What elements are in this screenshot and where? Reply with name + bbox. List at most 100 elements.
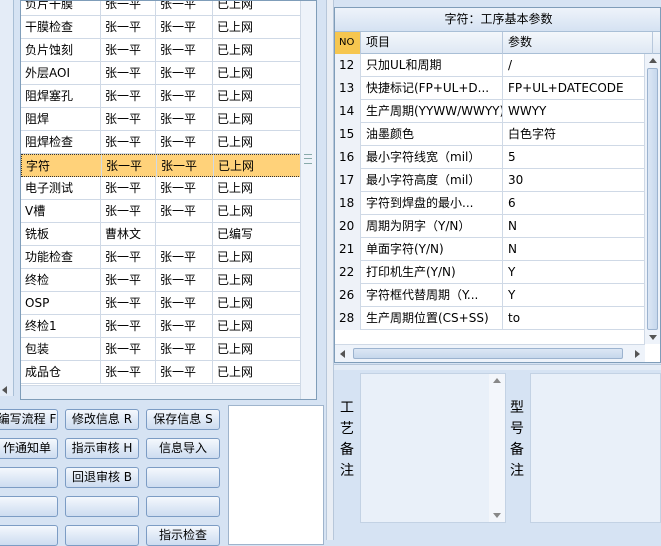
return-review-button[interactable]: 回退审核 B xyxy=(65,467,139,488)
status-cell[interactable]: 已上网 xyxy=(213,108,301,131)
param-item-cell[interactable]: 周期为阴字（Y/N） xyxy=(361,215,503,238)
process-name-cell[interactable]: 终检1 xyxy=(21,315,101,338)
maker-cell[interactable]: 张一平 xyxy=(101,16,156,39)
maker-cell[interactable]: 张一平 xyxy=(101,246,156,269)
process-name-cell[interactable]: 干膜检查 xyxy=(21,16,101,39)
process-name-cell[interactable]: 包装 xyxy=(21,338,101,361)
blank-button-5[interactable] xyxy=(146,496,220,517)
process-name-cell[interactable]: 字符 xyxy=(22,155,102,178)
param-value-cell[interactable]: WWYY xyxy=(503,100,645,123)
status-cell[interactable]: 已上网 xyxy=(213,269,301,292)
process-row[interactable]: 终检1 张一平 张一平 已上网 xyxy=(21,315,301,338)
param-value-cell[interactable]: FP+UL+DATECODE xyxy=(503,77,645,100)
process-row[interactable]: 负片干膜 张一平 张一平 已上网 xyxy=(21,1,301,16)
blank-button-1[interactable] xyxy=(0,467,58,488)
instruct-review-button[interactable]: 指示审核 H xyxy=(65,438,139,459)
blank-button-7[interactable] xyxy=(65,525,139,546)
process-row[interactable]: 干膜检查 张一平 张一平 已上网 xyxy=(21,16,301,39)
param-no-cell[interactable]: 16 xyxy=(335,146,361,169)
process-remark-textarea[interactable] xyxy=(360,373,506,523)
process-name-cell[interactable]: OSP xyxy=(21,292,101,315)
maker-cell[interactable]: 张一平 xyxy=(101,177,156,200)
checker-cell[interactable]: 张一平 xyxy=(156,1,213,16)
status-cell[interactable]: 已上网 xyxy=(214,155,302,178)
status-cell[interactable]: 已上网 xyxy=(213,338,301,361)
param-item-cell[interactable]: 字符到焊盘的最小... xyxy=(361,192,503,215)
maker-cell[interactable]: 张一平 xyxy=(101,361,156,384)
param-value-cell[interactable]: N xyxy=(503,215,645,238)
checker-cell[interactable] xyxy=(156,223,213,246)
instruct-check-button[interactable]: 指示检查 xyxy=(146,525,220,546)
checker-cell[interactable]: 张一平 xyxy=(157,155,214,178)
process-name-cell[interactable]: 电子测试 xyxy=(21,177,101,200)
process-row[interactable]: V槽 张一平 张一平 已上网 xyxy=(21,200,301,223)
model-remark-textarea[interactable] xyxy=(530,373,661,523)
param-value-cell[interactable]: Y xyxy=(503,261,645,284)
process-row[interactable]: 阻焊塞孔 张一平 张一平 已上网 xyxy=(21,85,301,108)
write-flow-button[interactable]: 编写流程 F xyxy=(0,409,58,430)
save-info-button[interactable]: 保存信息 S xyxy=(146,409,220,430)
maker-cell[interactable]: 曹林文 xyxy=(101,223,156,246)
checker-cell[interactable]: 张一平 xyxy=(156,177,213,200)
checker-cell[interactable]: 张一平 xyxy=(156,361,213,384)
process-row[interactable]: 终检 张一平 张一平 已上网 xyxy=(21,269,301,292)
param-item-cell[interactable]: 字符框代替周期（Y... xyxy=(361,284,503,307)
maker-cell[interactable]: 张一平 xyxy=(101,315,156,338)
remarks-splitter[interactable] xyxy=(334,364,661,370)
param-value-cell[interactable]: 6 xyxy=(503,192,645,215)
param-row[interactable]: 28 生产周期位置(CS+SS) to xyxy=(335,307,645,330)
import-info-button[interactable]: 信息导入 xyxy=(146,438,220,459)
param-item-cell[interactable]: 最小字符高度（mil） xyxy=(361,169,503,192)
param-no-cell[interactable]: 22 xyxy=(335,261,361,284)
status-cell[interactable]: 已上网 xyxy=(213,39,301,62)
param-item-cell[interactable]: 快捷标记(FP+UL+D... xyxy=(361,77,503,100)
checker-cell[interactable]: 张一平 xyxy=(156,39,213,62)
process-row[interactable]: 铣板 曹林文 已编写 xyxy=(21,223,301,246)
process-name-cell[interactable]: 成品仓 xyxy=(21,361,101,384)
checker-cell[interactable]: 张一平 xyxy=(156,131,213,154)
process-name-cell[interactable]: 负片干膜 xyxy=(21,1,101,16)
checker-cell[interactable]: 张一平 xyxy=(156,85,213,108)
status-cell[interactable]: 已上网 xyxy=(213,246,301,269)
scroll-up-arrow-icon[interactable] xyxy=(649,58,657,63)
param-no-cell[interactable]: 14 xyxy=(335,100,361,123)
maker-cell[interactable]: 张一平 xyxy=(101,62,156,85)
param-item-cell[interactable]: 油墨颜色 xyxy=(361,123,503,146)
maker-cell[interactable]: 张一平 xyxy=(101,1,156,16)
column-header-no[interactable]: NO xyxy=(335,32,361,54)
maker-cell[interactable]: 张一平 xyxy=(101,131,156,154)
checker-cell[interactable]: 张一平 xyxy=(156,315,213,338)
param-horizontal-scroll-thumb[interactable] xyxy=(353,348,623,359)
maker-cell[interactable]: 张一平 xyxy=(101,269,156,292)
maker-cell[interactable]: 张一平 xyxy=(101,39,156,62)
process-name-cell[interactable]: 铣板 xyxy=(21,223,101,246)
scroll-up-arrow-icon[interactable] xyxy=(493,378,501,383)
status-cell[interactable]: 已编写 xyxy=(213,223,301,246)
checker-cell[interactable]: 张一平 xyxy=(156,292,213,315)
param-row[interactable]: 14 生产周期(YYWW/WWYY) WWYY xyxy=(335,100,645,123)
process-name-cell[interactable]: 阻焊塞孔 xyxy=(21,85,101,108)
column-header-item[interactable]: 项目 xyxy=(361,32,503,54)
param-value-cell[interactable]: to xyxy=(503,307,645,330)
param-row[interactable]: 21 单面字符(Y/N) N xyxy=(335,238,645,261)
status-cell[interactable]: 已上网 xyxy=(213,315,301,338)
status-cell[interactable]: 已上网 xyxy=(213,85,301,108)
process-row[interactable]: 外层AOI 张一平 张一平 已上网 xyxy=(21,62,301,85)
process-name-cell[interactable]: 功能检查 xyxy=(21,246,101,269)
param-horizontal-scrollbar[interactable] xyxy=(335,344,645,362)
process-remark-scrollbar[interactable] xyxy=(489,374,505,522)
process-list-vertical-scrollbar[interactable] xyxy=(300,1,316,399)
param-no-cell[interactable]: 20 xyxy=(335,215,361,238)
status-cell[interactable]: 已上网 xyxy=(213,16,301,39)
param-no-cell[interactable]: 26 xyxy=(335,284,361,307)
param-value-cell[interactable]: 5 xyxy=(503,146,645,169)
scroll-left-arrow-icon[interactable] xyxy=(340,350,345,358)
process-row[interactable]: 字符 张一平 张一平 已上网 xyxy=(21,154,302,178)
checker-cell[interactable]: 张一平 xyxy=(156,16,213,39)
process-row[interactable]: 成品仓 张一平 张一平 已上网 xyxy=(21,361,301,384)
param-value-cell[interactable]: / xyxy=(503,54,645,77)
status-cell[interactable]: 已上网 xyxy=(213,177,301,200)
process-row[interactable]: 功能检查 张一平 张一平 已上网 xyxy=(21,246,301,269)
scroll-down-arrow-icon[interactable] xyxy=(649,335,657,340)
status-cell[interactable]: 已上网 xyxy=(213,292,301,315)
